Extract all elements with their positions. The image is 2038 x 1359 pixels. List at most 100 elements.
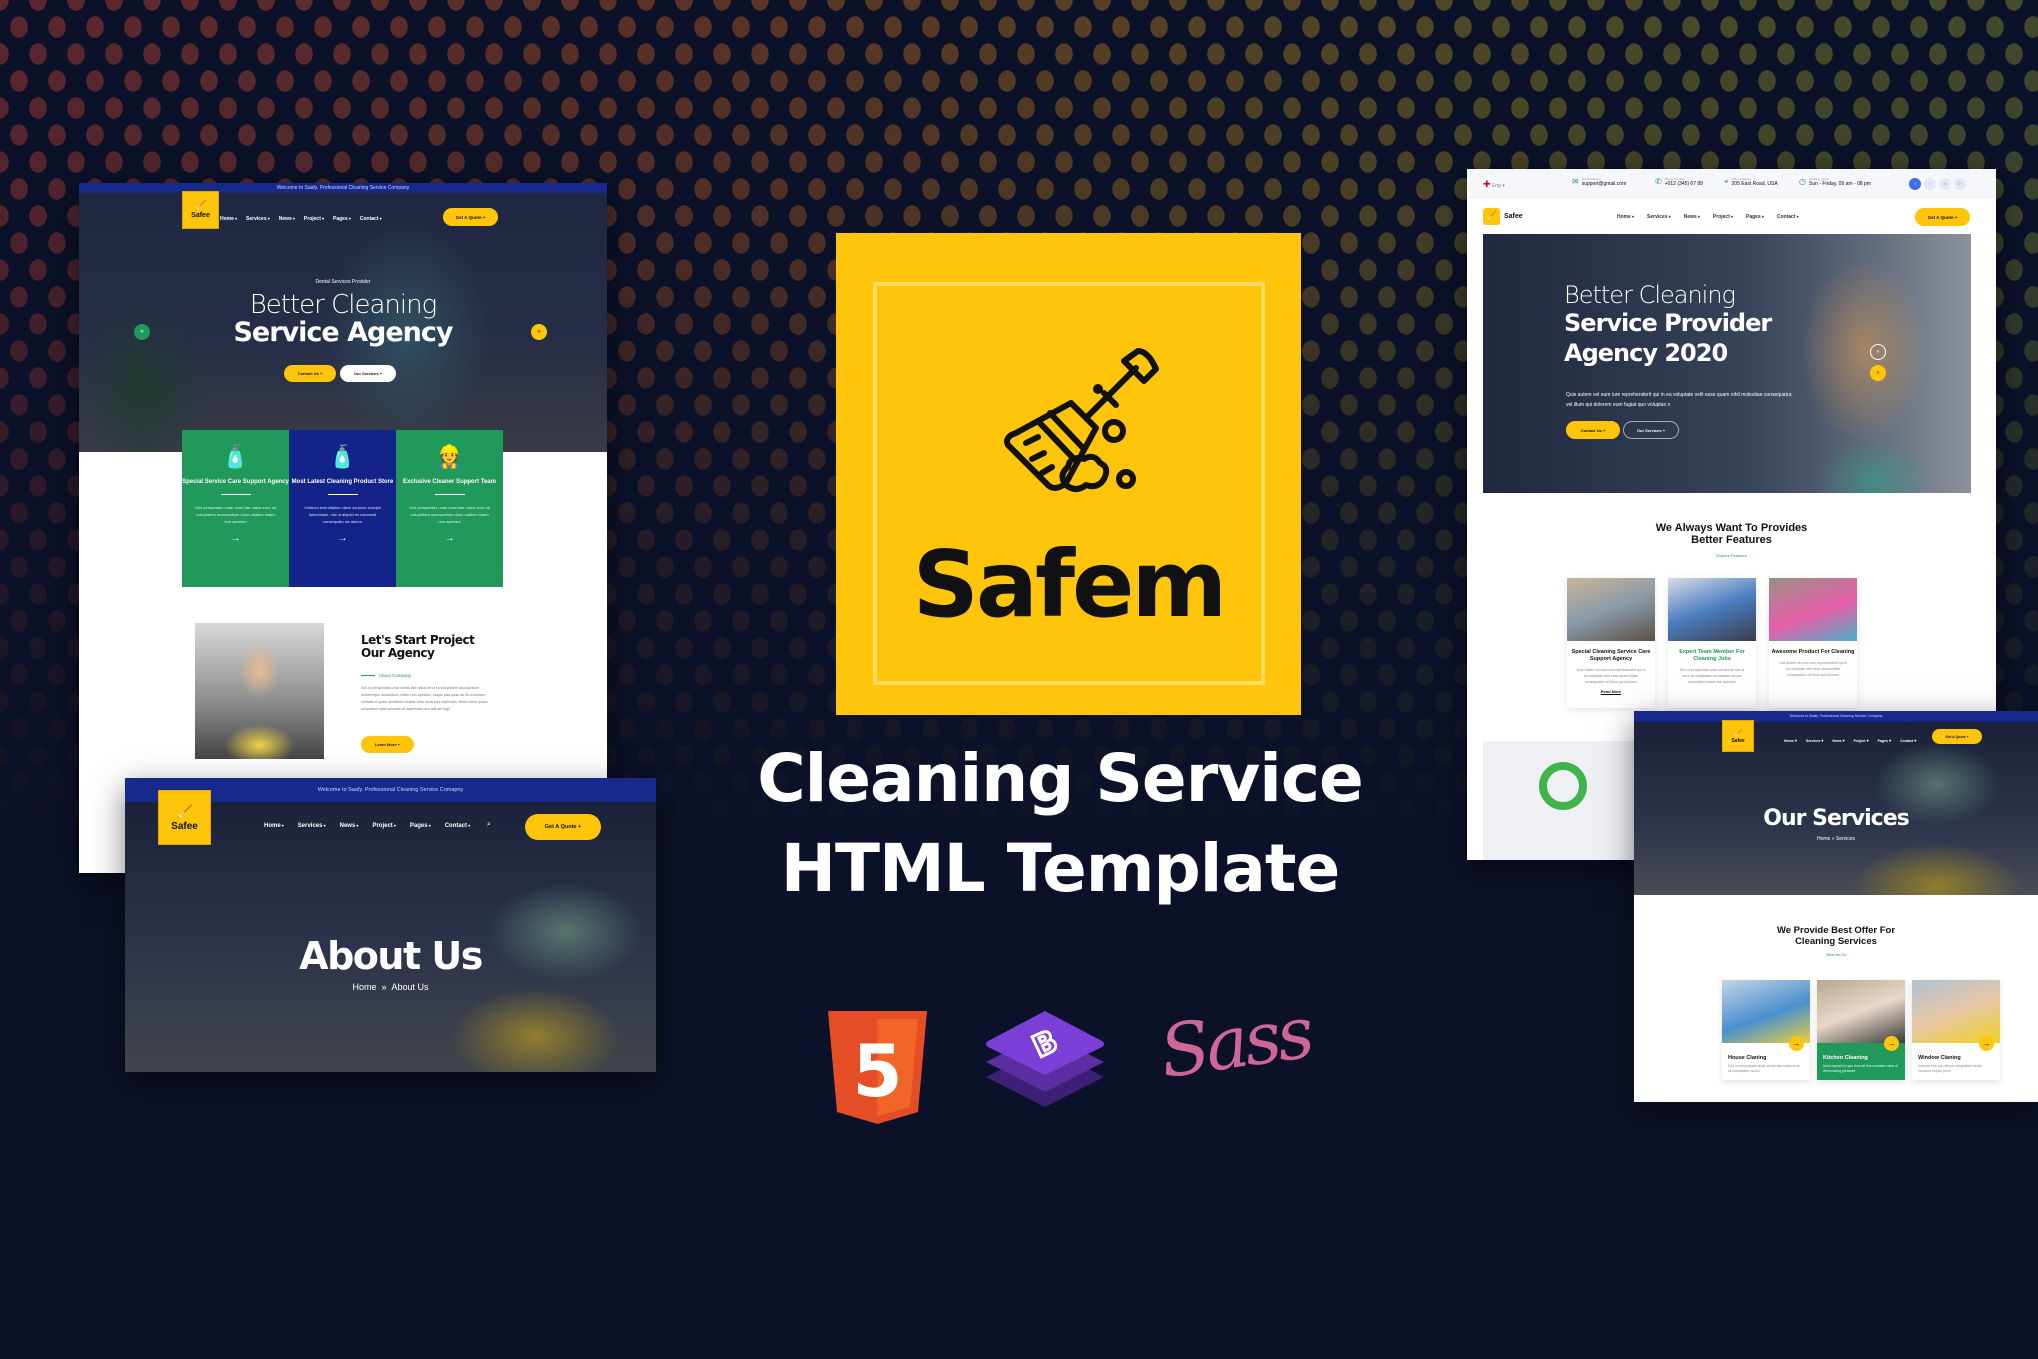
badge-ring bbox=[1539, 762, 1587, 810]
nav-item[interactable]: Services bbox=[1647, 214, 1671, 220]
broom-icon: 🧹 bbox=[1483, 208, 1500, 225]
phone-info: ✆ Phone Number +012 (345) 67 89 bbox=[1655, 177, 1703, 187]
arrow-right-icon[interactable]: → bbox=[1789, 1036, 1804, 1051]
learn-more-button[interactable]: Learn More + bbox=[361, 736, 414, 753]
broom-icon bbox=[1004, 348, 1159, 492]
prev-slide-button[interactable]: « bbox=[1870, 344, 1886, 360]
linkedin-icon[interactable]: in bbox=[1939, 178, 1951, 190]
feature-card[interactable]: Awesome Product For Cleaning Luis autem v… bbox=[1769, 578, 1857, 708]
next-slide-button[interactable]: » bbox=[1870, 365, 1886, 381]
our-services-button[interactable]: Our Services + bbox=[1623, 421, 1679, 439]
contact-us-button[interactable]: Contact Us + bbox=[284, 365, 336, 382]
page-title: About Us bbox=[299, 934, 483, 978]
get-quote-button[interactable]: Get A Quote + bbox=[525, 814, 601, 840]
nav-item[interactable]: Project bbox=[372, 823, 395, 829]
nav-item[interactable]: Home bbox=[220, 216, 237, 222]
facebook-icon[interactable]: f bbox=[1909, 178, 1921, 190]
main-nav: Home Services News Project Pages Contact bbox=[220, 216, 382, 222]
brand-logo: Safem bbox=[836, 233, 1301, 715]
logo[interactable]: 🧹 Safee bbox=[182, 191, 219, 229]
nav-item[interactable]: News bbox=[340, 823, 359, 829]
nav-item[interactable]: Home bbox=[1617, 214, 1634, 220]
prev-slide-button[interactable]: « bbox=[134, 324, 150, 340]
broom-icon: 🧹 bbox=[175, 803, 194, 820]
hours-info: ◷ Working Hours Sun - Friday, 09 am - 08 p… bbox=[1799, 177, 1871, 187]
arrow-right-icon[interactable]: → bbox=[182, 533, 289, 544]
feature-box: 🧴 Special Service Care Support Agency Se… bbox=[182, 430, 289, 587]
features-title: We Always Want To Provides Better Feature… bbox=[1655, 522, 1808, 546]
hero-title-bold-1: Service Provider bbox=[1564, 309, 1772, 337]
arrow-right-icon[interactable]: → bbox=[289, 533, 396, 544]
nav-item[interactable]: Project bbox=[1854, 738, 1869, 743]
read-more-link[interactable]: Read More bbox=[1567, 689, 1655, 694]
get-quote-button[interactable]: Get A Quote + bbox=[1932, 729, 1982, 744]
breadcrumb: Home » About Us bbox=[352, 982, 429, 992]
logo[interactable]: 🧹 Safee bbox=[1483, 208, 1523, 225]
get-quote-button[interactable]: Get A Quote + bbox=[1915, 208, 1970, 226]
nav-item[interactable]: Project bbox=[304, 216, 324, 222]
hero-title-bold: Service Agency bbox=[233, 317, 453, 348]
contact-us-button[interactable]: Contact Us + bbox=[1566, 421, 1620, 439]
clock-icon: ◷ bbox=[1799, 177, 1806, 186]
feature-box: 🧴 Most Latest Cleaning Product Store Vos… bbox=[289, 430, 396, 587]
breadcrumb: Home » Services bbox=[1816, 836, 1856, 842]
nav-item[interactable]: Services bbox=[246, 216, 270, 222]
feature-card[interactable]: Special Cleaning Service Care Support Ag… bbox=[1567, 578, 1655, 708]
social-links: f t in G+ bbox=[1909, 178, 1966, 190]
svg-text:5: 5 bbox=[852, 1029, 902, 1113]
our-services-button[interactable]: Our Services + bbox=[340, 365, 396, 382]
broom-icon: 🧹 bbox=[1733, 728, 1743, 738]
section-title: We Provide Best Offer For Cleaning Servic… bbox=[1776, 925, 1896, 947]
mockup-about-page: Welcome to Saafy. Professional Cleaning … bbox=[125, 778, 656, 1072]
service-card[interactable]: → Kitchen Cleaning Must explain to you how… bbox=[1817, 980, 1905, 1080]
google-plus-icon[interactable]: G+ bbox=[1954, 178, 1966, 190]
hero-title-light: Better Cleaning bbox=[249, 290, 437, 320]
breadcrumb-home[interactable]: Home bbox=[352, 982, 376, 992]
nav-item[interactable]: News bbox=[279, 216, 295, 222]
arrow-right-icon[interactable]: → bbox=[396, 533, 503, 544]
logo[interactable]: 🧹 Safee bbox=[158, 790, 211, 845]
service-card[interactable]: → House Claning Sed ut perspiciatis unde o… bbox=[1722, 980, 1810, 1080]
language-selector[interactable]: ✚ Eng ▾ bbox=[1483, 179, 1505, 190]
arrow-right-icon[interactable]: → bbox=[1884, 1036, 1899, 1051]
search-icon[interactable]: ⌕ bbox=[487, 821, 491, 829]
nav-item[interactable]: Pages bbox=[1878, 738, 1891, 743]
nav-item[interactable]: News bbox=[1832, 738, 1844, 743]
about-tag: About Company bbox=[361, 673, 411, 678]
nav-item[interactable]: News bbox=[1684, 214, 1700, 220]
nav-item[interactable]: Contact bbox=[1777, 214, 1799, 220]
topbar: Welcome to Saafy. Professional Cleaning … bbox=[1634, 711, 2038, 722]
nav-item[interactable]: Services bbox=[1806, 738, 1824, 743]
nav-item[interactable]: Contact bbox=[1900, 738, 1916, 743]
nav-item[interactable]: Pages bbox=[333, 216, 351, 222]
nav-item[interactable]: Contact bbox=[360, 216, 382, 222]
get-quote-button[interactable]: Get A Quote + bbox=[443, 208, 498, 226]
twitter-icon[interactable]: t bbox=[1924, 178, 1936, 190]
phone-icon: ✆ bbox=[1655, 177, 1662, 186]
nav-item[interactable]: Project bbox=[1713, 214, 1733, 220]
brand-name: Safem bbox=[912, 531, 1228, 638]
office-info: ⌖ Office Address 205 East Road, USA bbox=[1724, 177, 1778, 187]
html5-icon: 5 bbox=[828, 1011, 927, 1124]
feature-card[interactable]: Expert Team Member For Cleaning Jobs Sed … bbox=[1668, 578, 1756, 708]
nav-item[interactable]: Contact bbox=[445, 823, 470, 829]
main-nav: Home Services News Project Pages Contact bbox=[1784, 738, 1916, 743]
detergent-bottle-icon: 🧴 bbox=[328, 444, 357, 469]
about-photo bbox=[195, 623, 324, 759]
broom-icon: 🧹 bbox=[194, 201, 207, 212]
mockup-home-dark: Welcome to Saafy. Professional Cleaning … bbox=[79, 183, 607, 873]
nav-item[interactable]: Pages bbox=[1746, 214, 1764, 220]
hero-title-light: Better Cleaning bbox=[1564, 281, 1736, 309]
nav-item[interactable]: Pages bbox=[410, 823, 431, 829]
logo[interactable]: 🧹 Safee bbox=[1722, 720, 1754, 752]
nav-item[interactable]: Home bbox=[1784, 738, 1797, 743]
features-tag: Explore Features bbox=[1716, 553, 1747, 558]
nav-item[interactable]: Home bbox=[264, 823, 284, 829]
arrow-right-icon[interactable]: → bbox=[1979, 1036, 1994, 1051]
service-card[interactable]: → Window Claning Dolores eos qui ratione v… bbox=[1912, 980, 2000, 1080]
page-title: Our Services bbox=[1763, 806, 1909, 831]
next-slide-button[interactable]: » bbox=[531, 324, 547, 340]
nav-item[interactable]: Services bbox=[298, 823, 326, 829]
main-nav: Home Services News Project Pages Contact bbox=[264, 823, 470, 829]
email-info: ✉ Email Address support@gmail.com bbox=[1572, 177, 1627, 187]
